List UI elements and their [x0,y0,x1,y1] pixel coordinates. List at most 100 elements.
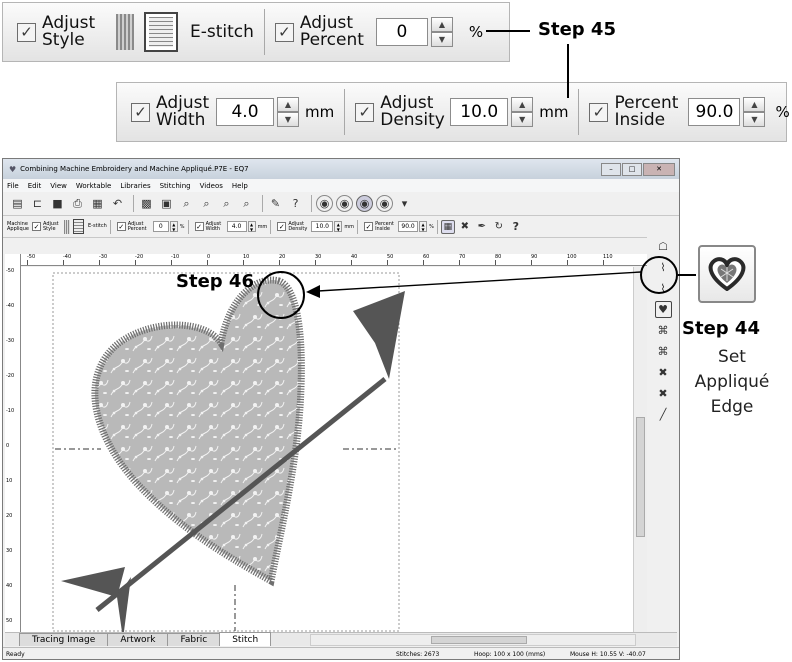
maximize-icon[interactable]: □ [622,162,642,176]
tab-stitch[interactable]: Stitch [219,632,272,646]
small-adjust-style-checkbox[interactable]: ✓ [32,222,41,231]
status-hoop: Hoop: 100 x 100 (mms) [474,650,546,658]
adjust-density-input[interactable]: 10.0 [450,98,509,126]
more-tools-icon[interactable]: ▾ [396,195,413,212]
zoom-in-icon[interactable]: ⌕ [178,195,195,212]
small-adjust-percent-checkbox[interactable]: ✓ [116,222,126,231]
menu-file[interactable]: File [7,182,19,190]
help-pointer-icon[interactable]: ? [287,195,304,212]
help-icon[interactable]: ? [509,220,523,234]
small-estitch-icon[interactable] [73,219,84,234]
print-icon[interactable]: ⎙ [69,195,86,212]
set-applique-edge-icon[interactable]: ♥ [654,301,672,318]
view-sketchbook-icon[interactable]: ◉ [316,195,333,212]
tab-artwork[interactable]: Artwork [107,633,169,646]
scroll-thumb[interactable] [636,417,645,537]
percent-inside-label: Percent Inside [614,93,679,130]
view-layer2-icon[interactable]: ◉ [356,195,373,212]
small-width-input[interactable]: 4.0 [226,221,247,232]
design-canvas[interactable] [21,267,633,639]
adjust-density-spinner[interactable]: ▲ ▼ [511,97,534,127]
ruler-left-tick-label: -50 [6,268,15,274]
adjust-percent-input[interactable]: 0 [375,18,428,46]
zoom-fit-icon[interactable]: ⌕ [218,195,235,212]
zoom-toolbar-top: ✓ Adjust Style E-stitch ✓ Adjust Percent… [2,2,510,62]
small-percent-inside-checkbox[interactable]: ✓ [364,222,374,231]
menu-stitching[interactable]: Stitching [160,182,191,190]
adjust-style-checkbox[interactable]: ✓ [17,22,36,42]
heart-applique[interactable] [91,276,305,587]
small-percent-input[interactable]: 0 [152,221,169,232]
view-stitch-icon[interactable]: ◉ [376,195,393,212]
tab-bar: Tracing Image Artwork Fabric Stitch [5,632,677,646]
ruler-left: -50 -40 -30 -20 -10 0 10 20 30 40 50 [5,254,21,632]
small-adjust-density-checkbox[interactable]: ✓ [277,222,287,231]
zoom-page-icon[interactable]: ⌕ [238,195,255,212]
small-inside-spinner[interactable]: ▲ ▼ [419,221,428,232]
hscroll-thumb[interactable] [431,636,528,644]
step44-connector [678,274,696,276]
ruler-top-tick [279,260,280,265]
adjust-width-label: Adjust Width [156,93,210,130]
new-icon[interactable]: ▤ [9,195,26,212]
block-library-icon[interactable]: ▩ [138,195,155,212]
menu-libraries[interactable]: Libraries [120,182,150,190]
small-inside-input[interactable]: 90.0 [398,221,419,232]
ruler-tool-icon[interactable]: ╱ [655,406,672,423]
small-percent-spinner[interactable]: ▲ ▼ [169,221,178,232]
minimize-icon[interactable]: – [601,162,621,176]
side-tool-8-icon[interactable]: ✖ [655,385,672,402]
open-folder-icon[interactable]: ⊏ [29,195,46,212]
small-density-input[interactable]: 10.0 [311,221,334,232]
adjust-percent-spinner[interactable]: ▲ ▼ [430,17,453,47]
undo-icon[interactable]: ↶ [109,195,126,212]
small-adjust-width-label: Adjust Width [205,220,222,232]
small-percent-unit: % [179,223,185,230]
small-adjust-style-label: Adjust Style [43,220,59,232]
tool-pen-icon[interactable]: ✒ [475,220,489,234]
applique-stitch-icon[interactable]: ▦ [440,219,455,234]
ruler-top-tick-label: 110 [603,254,613,260]
menu-worktable[interactable]: Worktable [76,182,111,190]
small-width-spinner[interactable]: ▲ ▼ [247,221,256,232]
side-tool-6-icon[interactable]: ⌘ [655,343,672,360]
delete-stitch-icon[interactable]: ✖ [458,220,472,234]
menu-bar: File Edit View Worktable Libraries Stitc… [3,179,679,192]
adjust-percent-checkbox[interactable]: ✓ [274,22,294,42]
percent-inside-checkbox[interactable]: ✓ [589,102,609,122]
refresh-icon[interactable]: ↻ [492,220,506,234]
side-tool-5-icon[interactable]: ⌘ [655,322,672,339]
zoom-out-icon[interactable]: ⌕ [198,195,215,212]
menu-help[interactable]: Help [232,182,248,190]
side-tool-7-icon[interactable]: ✖ [655,364,672,381]
adjust-width-input[interactable]: 4.0 [216,98,274,126]
side-toolbar: ☖ ⌇ ⌇ ♥ ⌘ ⌘ ✖ ✖ ╱ [647,234,679,632]
adjust-width-checkbox[interactable]: ✓ [131,102,150,122]
tab-tracing-image[interactable]: Tracing Image [19,633,109,646]
menu-videos[interactable]: Videos [200,182,223,190]
worktable-icon[interactable]: ▦ [89,195,106,212]
menu-view[interactable]: View [50,182,67,190]
horizontal-scrollbar[interactable] [310,634,637,646]
ruler-top-tick [27,260,28,265]
estitch-icon[interactable] [144,12,178,52]
close-icon[interactable]: ✕ [643,162,675,176]
adjust-density-checkbox[interactable]: ✓ [355,102,375,122]
inside-unit: % [775,103,790,121]
view-layer1-icon[interactable]: ◉ [336,195,353,212]
small-adjust-width-checkbox[interactable]: ✓ [194,222,204,231]
small-density-spinner[interactable]: ▲ ▼ [334,221,343,232]
vertical-scrollbar[interactable] [633,267,647,632]
percent-inside-input[interactable]: 90.0 [688,98,741,126]
ruler-left-tick-label: 50 [6,618,13,624]
save-icon[interactable]: ■ [49,195,66,212]
tab-fabric[interactable]: Fabric [167,633,221,646]
menu-edit[interactable]: Edit [28,182,42,190]
adjust-width-spinner[interactable]: ▲ ▼ [277,97,299,127]
edit-icon[interactable]: ✎ [267,195,284,212]
stitch-toolbar: Machine Applique ✓ Adjust Style E-stitch… [3,216,679,238]
side-tool-1-icon[interactable]: ☖ [655,238,672,255]
ruler-top-tick [207,260,208,265]
image-library-icon[interactable]: ▣ [158,195,175,212]
percent-inside-spinner[interactable]: ▲ ▼ [743,97,766,127]
